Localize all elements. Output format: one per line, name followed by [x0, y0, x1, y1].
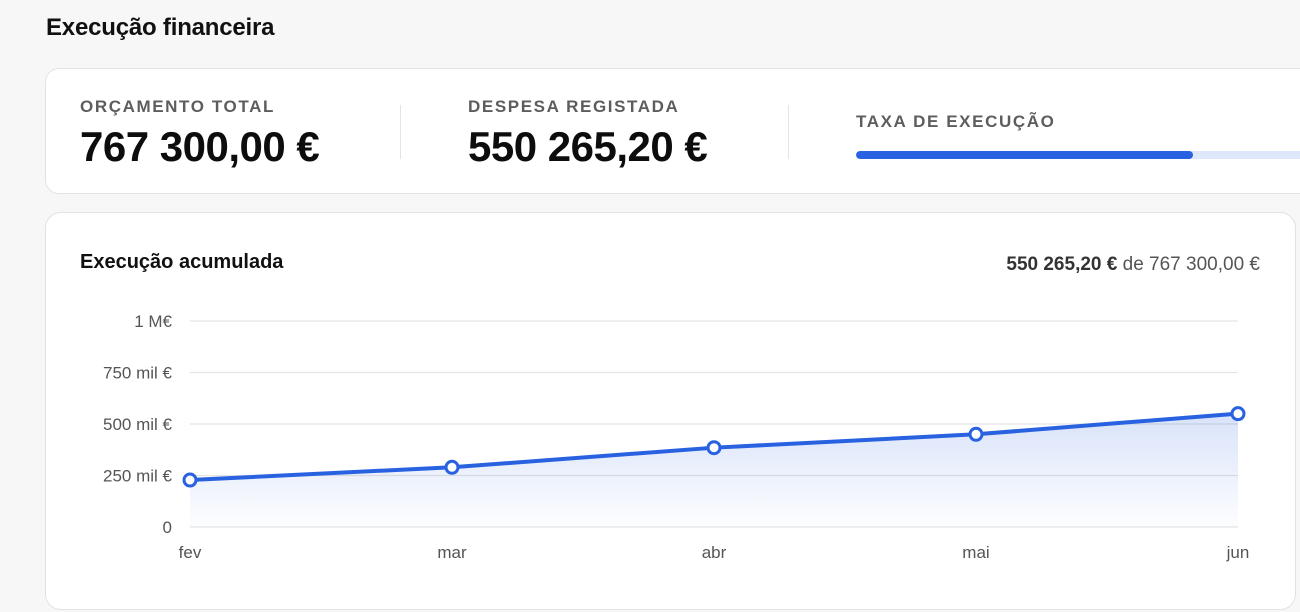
y-tick-label: 250 mil € [103, 467, 173, 486]
x-tick-label: mar [437, 543, 467, 562]
x-tick-label: fev [179, 543, 202, 562]
data-point [706, 440, 722, 456]
chart-card: Execução acumulada 550 265,20 € de 767 3… [45, 212, 1296, 610]
execution-rate-progress-bar [856, 151, 1300, 159]
data-point [182, 472, 198, 488]
page-title: Execução financeira [46, 14, 275, 41]
divider [788, 105, 789, 159]
divider [400, 105, 401, 159]
expense-label: DESPESA REGISTADA [468, 97, 680, 116]
budget-label: ORÇAMENTO TOTAL [80, 97, 275, 116]
x-tick-label: jun [1226, 543, 1250, 562]
data-point [444, 459, 460, 475]
expense-value: 550 265,20 € [468, 123, 708, 170]
cumulative-execution-chart: 0 250 mil € 500 mil € 750 mil € 1 M€ fev mar ab… [103, 312, 1250, 562]
expense-stat: DESPESA REGISTADA 550 265,20 € [468, 97, 708, 171]
execution-rate-progress-fill [856, 151, 1193, 159]
summary-card: ORÇAMENTO TOTAL 767 300,00 € DESPESA REG… [45, 68, 1300, 194]
data-point [968, 426, 984, 442]
y-tick-label: 500 mil € [103, 415, 173, 434]
execution-rate-label: TAXA DE EXECUÇÃO [856, 112, 1056, 131]
budget-value: 767 300,00 € [80, 123, 320, 170]
y-tick-label: 0 [163, 518, 172, 537]
series-area [190, 413, 1238, 527]
x-tick-label: abr [702, 543, 727, 562]
y-tick-label: 750 mil € [103, 364, 173, 383]
budget-stat: ORÇAMENTO TOTAL 767 300,00 € [80, 97, 320, 171]
x-tick-label: mai [962, 543, 989, 562]
y-tick-label: 1 M€ [134, 312, 172, 331]
data-point [1230, 406, 1246, 422]
